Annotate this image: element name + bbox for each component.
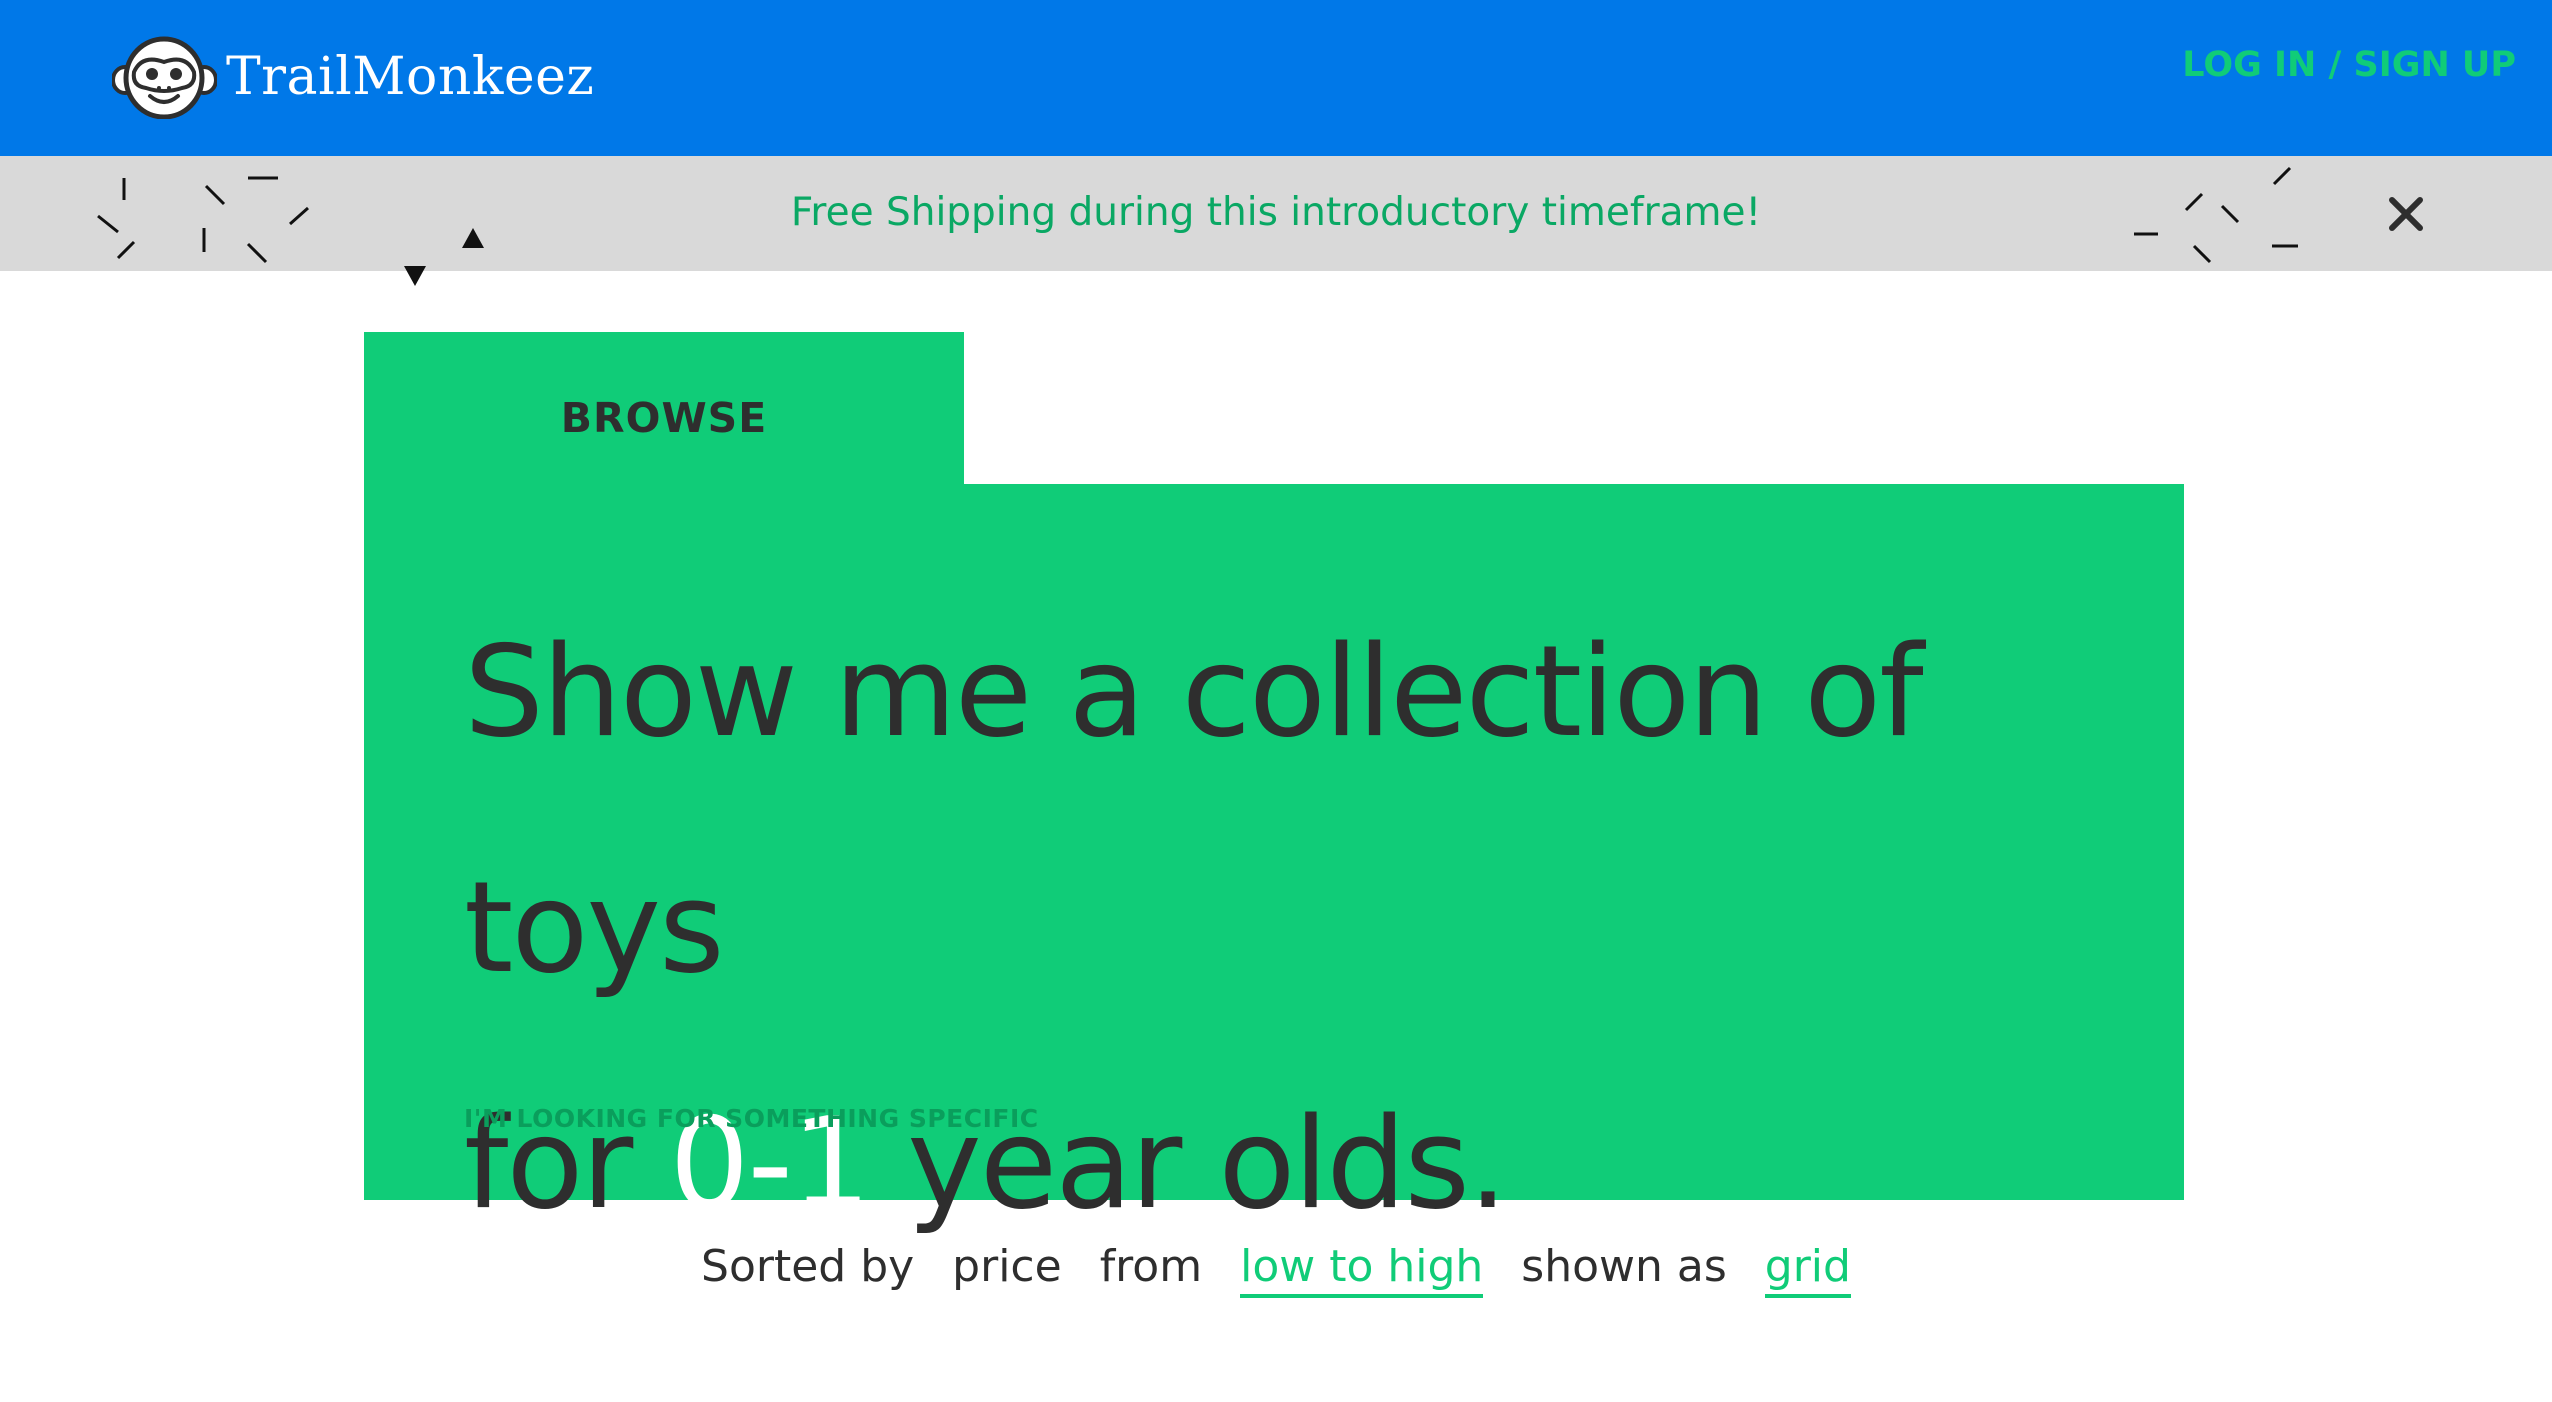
sorted-by-label: Sorted by — [701, 1241, 915, 1292]
browse-headline: Show me a collection of toys for 0-1 yea… — [464, 574, 2164, 1288]
headline-line-1: Show me a collection of toys — [464, 618, 1924, 1001]
close-icon[interactable] — [2384, 192, 2428, 236]
brand-name[interactable]: TrailMonkeez — [226, 44, 594, 110]
from-label: from — [1099, 1241, 1203, 1292]
browse-tab-label: BROWSE — [560, 394, 768, 442]
something-specific-link[interactable]: I'M LOOKING FOR SOMETHING SPECIFIC — [464, 1104, 1039, 1133]
browse-tab[interactable]: BROWSE — [364, 332, 964, 492]
promo-banner: Free Shipping during this introductory t… — [0, 156, 2552, 286]
sort-field-select[interactable]: price — [952, 1241, 1062, 1292]
confetti-decoration-right — [2134, 166, 2298, 264]
shown-as-label: shown as — [1521, 1241, 1727, 1292]
login-signup-link[interactable]: LOG IN / SIGN UP — [2182, 42, 2516, 88]
top-navigation-bar: TrailMonkeez LOG IN / SIGN UP — [0, 0, 2552, 156]
view-mode-select[interactable]: grid — [1764, 1241, 1851, 1298]
sort-controls: Sorted by price from low to high shown a… — [0, 1236, 2552, 1298]
monkey-face-icon[interactable] — [112, 36, 217, 119]
sort-order-select[interactable]: low to high — [1240, 1241, 1484, 1298]
browse-panel: Show me a collection of toys for 0-1 yea… — [364, 484, 2184, 1288]
